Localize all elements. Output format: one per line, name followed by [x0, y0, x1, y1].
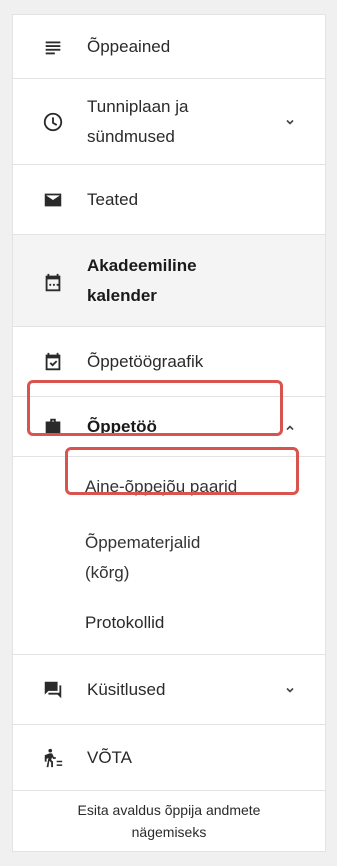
submenu-label-line2: (kõrg): [85, 563, 130, 582]
submenu-item-protokollid[interactable]: Protokollid: [13, 599, 325, 655]
menu-item-oppetoo[interactable]: Õppetöö: [13, 397, 325, 457]
menu-label: Õppeained: [87, 37, 171, 56]
chat-icon: [41, 678, 65, 702]
menu-label-line2: kalender: [87, 286, 157, 305]
menu-item-oppeained[interactable]: Õppeained: [13, 15, 325, 79]
walking-person-icon: [41, 746, 65, 770]
menu-label: Küsitlused: [87, 680, 166, 699]
calendar-icon: [41, 271, 65, 295]
menu-label: VÕTA: [87, 748, 133, 767]
side-navigation: Õppeained Tunniplaan ja sündmused Teated…: [12, 14, 326, 852]
menu-item-oppetoograafik[interactable]: Õppetöögraafik: [13, 327, 325, 397]
chevron-up-icon[interactable]: [283, 421, 297, 435]
menu-item-teated[interactable]: Teated: [13, 165, 325, 235]
submenu-label: Aine-õppejõu paarid: [85, 477, 238, 496]
menu-label-line2: sündmused: [87, 127, 175, 146]
submenu-item-aine-oppejou-paarid[interactable]: Aine-õppejõu paarid: [13, 457, 325, 519]
menu-label: Teated: [87, 190, 139, 209]
menu-label-line1: Tunniplaan ja: [87, 97, 189, 116]
footer-line1: Esita avaldus õppija andmete: [77, 802, 261, 818]
list-icon: [41, 35, 65, 59]
submenu-label-line1: Õppematerjalid: [85, 533, 201, 552]
clock-icon: [41, 110, 65, 134]
menu-item-akadeemiline-kalender[interactable]: Akadeemiline kalender: [13, 235, 325, 327]
menu-item-vota[interactable]: VÕTA: [13, 725, 325, 791]
menu-label: Õppetöögraafik: [87, 352, 204, 371]
briefcase-icon: [41, 415, 65, 439]
submenu-label: Protokollid: [85, 613, 165, 632]
menu-label-line1: Akadeemiline: [87, 256, 197, 275]
submenu-item-oppematerjalid[interactable]: Õppematerjalid (kõrg): [13, 519, 325, 599]
calendar-check-icon: [41, 350, 65, 374]
mail-icon: [41, 188, 65, 212]
menu-label: Õppetöö: [87, 417, 157, 436]
chevron-down-icon[interactable]: [283, 115, 297, 129]
menu-item-kusitlused[interactable]: Küsitlused: [13, 655, 325, 725]
footer-line2: nägemiseks: [131, 824, 207, 840]
menu-item-tunniplaan[interactable]: Tunniplaan ja sündmused: [13, 79, 325, 165]
request-access-link[interactable]: Esita avaldus õppija andmete nägemiseks: [13, 792, 325, 852]
chevron-down-icon[interactable]: [283, 683, 297, 697]
